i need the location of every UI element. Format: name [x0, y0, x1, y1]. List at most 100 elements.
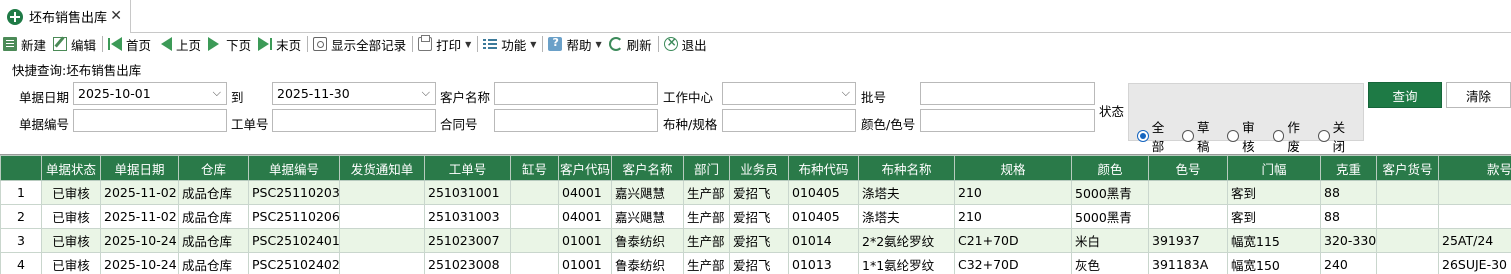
table-cell[interactable]: 成品仓库 — [178, 204, 249, 229]
edit-button[interactable]: 编辑 — [50, 34, 100, 54]
column-header[interactable]: 客户名称 — [611, 155, 684, 181]
table-cell[interactable]: 已审核 — [41, 180, 101, 205]
table-cell[interactable]: 灰色 — [1071, 252, 1149, 274]
exit-button[interactable]: 退出 — [661, 34, 711, 54]
tab-fabric-sales-outbound[interactable]: 坯布销售出库 ✕ — [0, 0, 131, 33]
table-cell[interactable]: 2*2氨纶罗纹 — [858, 228, 955, 253]
table-cell[interactable] — [339, 180, 425, 205]
close-icon[interactable]: ✕ — [110, 8, 122, 24]
table-cell[interactable]: 鲁泰纺织 — [611, 228, 684, 253]
table-cell[interactable]: 01014 — [788, 228, 859, 253]
table-cell[interactable]: 25AT/24 — [1438, 228, 1511, 253]
table-cell[interactable]: 幅宽150 — [1227, 252, 1321, 274]
table-cell[interactable]: 成品仓库 — [178, 228, 249, 253]
column-header[interactable]: 单据状态 — [41, 155, 101, 181]
table-cell[interactable]: 251023007 — [424, 228, 511, 253]
table-cell[interactable]: C21+70D — [954, 228, 1072, 253]
table-cell[interactable]: 04001 — [558, 180, 612, 205]
table-cell[interactable]: PSC25102401 — [248, 228, 340, 253]
next-page-button[interactable]: 下页 — [205, 34, 255, 54]
new-button[interactable]: 新建 — [0, 34, 50, 54]
table-cell[interactable]: 04001 — [558, 204, 612, 229]
status-radio-2[interactable]: 审核 — [1227, 117, 1266, 155]
date-from-picker[interactable]: 2025-10-01 ⌵ — [73, 82, 227, 105]
table-cell[interactable] — [1148, 204, 1228, 229]
table-cell[interactable]: 已审核 — [41, 252, 101, 274]
print-button[interactable]: 打印 ▼ — [415, 34, 475, 54]
table-cell[interactable]: 251031001 — [424, 180, 511, 205]
table-cell[interactable]: 1*1氨纶罗纹 — [858, 252, 955, 274]
table-cell[interactable]: 成品仓库 — [178, 180, 249, 205]
table-cell[interactable]: 客到 — [1227, 204, 1321, 229]
table-cell[interactable]: 01013 — [788, 252, 859, 274]
table-cell[interactable] — [1376, 228, 1439, 253]
table-cell[interactable]: 嘉兴飓慧 — [611, 204, 684, 229]
table-row[interactable]: 3 已审核 2025-10-24 成品仓库 PSC25102401 251023007 01… — [0, 228, 1511, 253]
column-header[interactable]: 客户货号 — [1376, 155, 1439, 181]
last-page-button[interactable]: 末页 — [255, 34, 305, 54]
color-input[interactable] — [920, 109, 1095, 132]
column-header[interactable]: 款号 — [1438, 155, 1511, 181]
table-cell[interactable] — [1376, 180, 1439, 205]
column-header[interactable]: 布种代码 — [788, 155, 859, 181]
table-cell[interactable]: 391183A — [1148, 252, 1228, 274]
table-cell[interactable] — [1438, 204, 1511, 229]
table-cell[interactable]: 5000黑青 — [1071, 204, 1149, 229]
column-header[interactable]: 工单号 — [424, 155, 511, 181]
customer-input[interactable] — [494, 82, 658, 105]
table-cell[interactable]: 已审核 — [41, 228, 101, 253]
table-row[interactable]: 1 已审核 2025-11-02 成品仓库 PSC25110203 251031001 04… — [0, 180, 1511, 205]
column-header[interactable]: 业务员 — [729, 155, 789, 181]
column-header[interactable]: 单据编号 — [248, 155, 340, 181]
table-cell[interactable]: 210 — [954, 204, 1072, 229]
table-cell[interactable]: 爱招飞 — [729, 252, 789, 274]
workcenter-select[interactable]: ⌵ — [722, 82, 856, 105]
table-cell[interactable]: 米白 — [1071, 228, 1149, 253]
table-cell[interactable] — [339, 204, 425, 229]
table-cell[interactable]: 已审核 — [41, 204, 101, 229]
table-cell[interactable]: 010405 — [788, 180, 859, 205]
workno-input[interactable] — [272, 109, 436, 132]
table-cell[interactable]: C32+70D — [954, 252, 1072, 274]
batch-input[interactable] — [920, 82, 1095, 105]
table-cell[interactable]: 210 — [954, 180, 1072, 205]
column-header[interactable]: 规格 — [954, 155, 1072, 181]
table-cell[interactable]: 嘉兴飓慧 — [611, 180, 684, 205]
help-button[interactable]: 帮助▼ — [545, 34, 605, 54]
table-cell[interactable]: PSC25102402 — [248, 252, 340, 274]
table-cell[interactable]: 01001 — [558, 252, 612, 274]
table-cell[interactable] — [1438, 180, 1511, 205]
table-cell[interactable]: 88 — [1320, 204, 1377, 229]
table-cell[interactable]: 涤塔夫 — [858, 204, 955, 229]
column-header[interactable]: 客户代码 — [558, 155, 612, 181]
table-row[interactable]: 4 已审核 2025-10-24 成品仓库 PSC25102402 251023008 01… — [0, 252, 1511, 274]
table-cell[interactable]: 2025-10-24 — [100, 252, 179, 274]
first-page-button[interactable]: 首页 — [105, 34, 155, 54]
table-cell[interactable] — [510, 204, 559, 229]
clear-button[interactable]: 清除 — [1446, 82, 1511, 108]
column-header[interactable]: 仓库 — [178, 155, 249, 181]
query-button[interactable]: 查询 — [1368, 82, 1442, 108]
table-cell[interactable]: 成品仓库 — [178, 252, 249, 274]
table-cell[interactable]: 251031003 — [424, 204, 511, 229]
table-cell[interactable] — [339, 228, 425, 253]
table-cell[interactable]: 2025-10-24 — [100, 228, 179, 253]
table-cell[interactable]: 240 — [1320, 252, 1377, 274]
column-header[interactable]: 色号 — [1148, 155, 1228, 181]
table-cell[interactable]: 26SUJE-30 — [1438, 252, 1511, 274]
table-cell[interactable]: 2025-11-02 — [100, 204, 179, 229]
status-radio-4[interactable]: 关闭 — [1317, 117, 1357, 155]
table-cell[interactable]: 生产部 — [683, 204, 730, 229]
status-radio-3[interactable]: 作废 — [1272, 117, 1312, 155]
column-header[interactable]: 单据日期 — [100, 155, 179, 181]
table-cell[interactable]: 251023008 — [424, 252, 511, 274]
table-cell[interactable]: 2025-11-02 — [100, 180, 179, 205]
table-cell[interactable] — [339, 252, 425, 274]
table-cell[interactable]: 88 — [1320, 180, 1377, 205]
table-cell[interactable] — [510, 228, 559, 253]
table-cell[interactable]: 爱招飞 — [729, 204, 789, 229]
table-cell[interactable]: 生产部 — [683, 228, 730, 253]
column-header[interactable]: 部门 — [683, 155, 730, 181]
table-cell[interactable]: PSC25110203 — [248, 180, 340, 205]
fabric-input[interactable] — [722, 109, 856, 132]
